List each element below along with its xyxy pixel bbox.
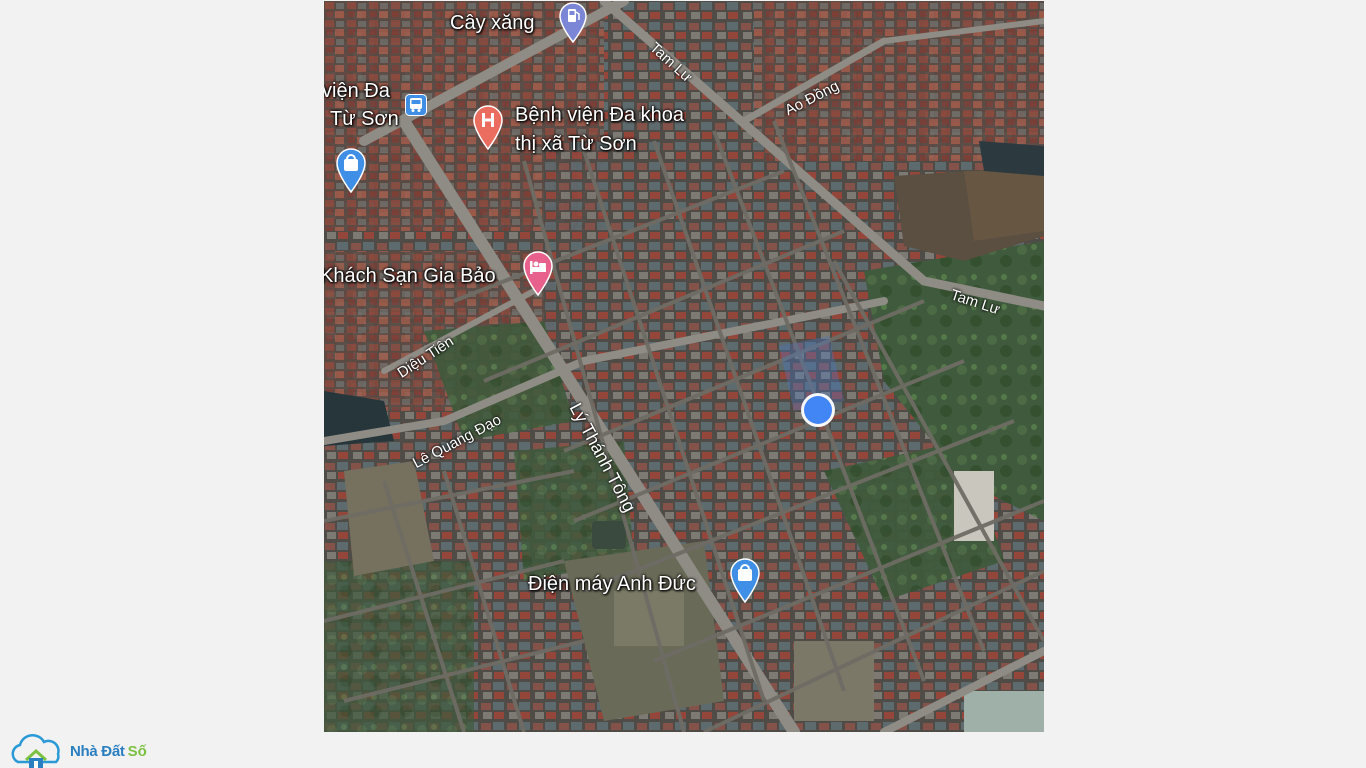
hotel-label[interactable]: Khách Sạn Gia Bảo (324, 264, 496, 288)
brand-name-part2: Số (127, 742, 147, 760)
hotel-bed-pin-icon[interactable] (522, 250, 554, 296)
gas-station-label[interactable]: Cây xăng (450, 11, 535, 35)
bus-stop-icon[interactable] (405, 94, 427, 116)
electronics-store-label[interactable]: Điện máy Anh Đức (528, 572, 696, 596)
gas-station-pin-icon[interactable] (558, 1, 588, 43)
hospital-label-line2[interactable]: thị xã Từ Sơn (515, 132, 637, 156)
shopping-bag-pin-icon-store[interactable] (729, 557, 761, 603)
current-location-dot-icon[interactable] (800, 392, 836, 428)
hospital-label-line1[interactable]: Bệnh viện Đa khoa (515, 103, 684, 127)
shopping-bag-pin-icon[interactable] (335, 147, 367, 193)
brand-logo: Nhà Đất Số (6, 734, 147, 768)
hospital-left-label-line1[interactable]: viện Đa (324, 79, 390, 103)
cloud-house-logo-icon (11, 734, 60, 768)
hospital-pin-icon[interactable] (472, 104, 504, 150)
brand-name-part1: Nhà Đất (70, 742, 125, 760)
satellite-map[interactable]: Cây xăng viện Đa Từ Sơn Bệnh viện Đa kho… (324, 1, 1044, 732)
hospital-left-label-line2[interactable]: Từ Sơn (330, 107, 399, 131)
